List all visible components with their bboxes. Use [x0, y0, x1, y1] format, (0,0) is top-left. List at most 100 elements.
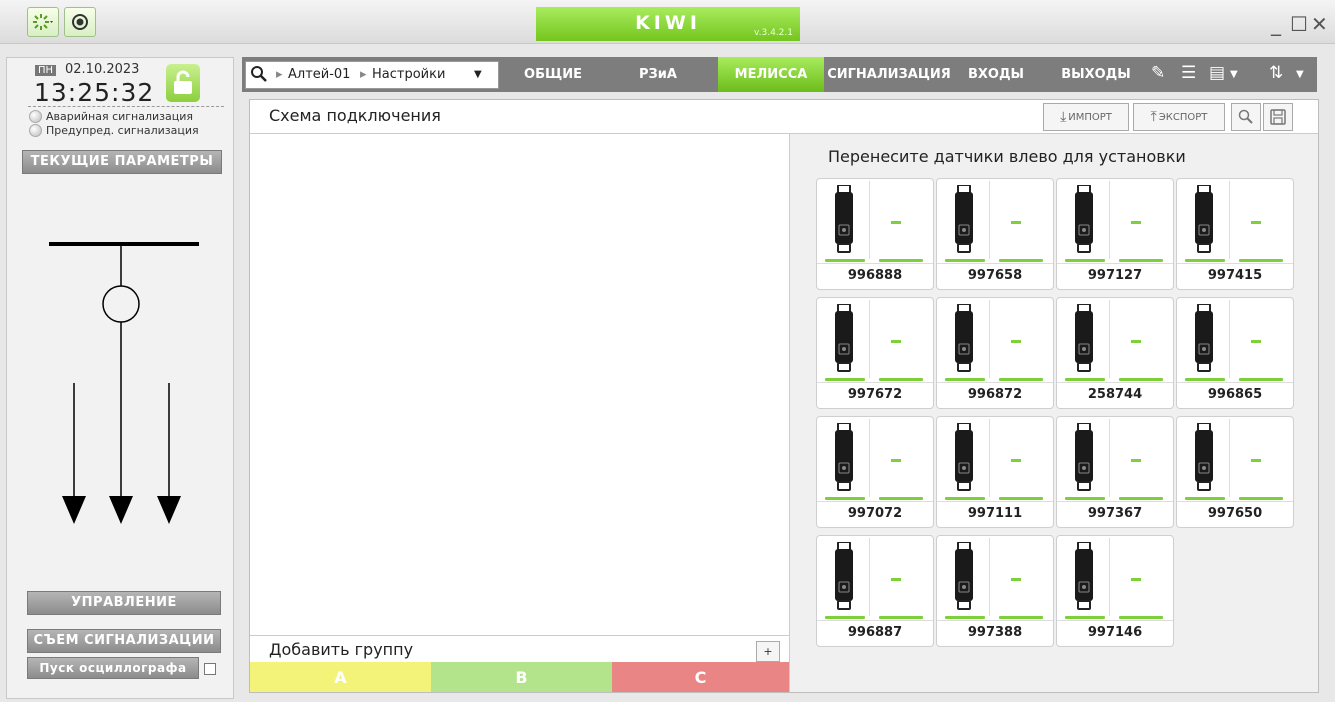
menu-sparkle-icon[interactable] — [27, 7, 59, 37]
minimize-button[interactable]: _ — [1271, 12, 1281, 36]
sensor-device-icon — [1075, 185, 1093, 253]
title-bar: KIWI v.3.4.2.1 _ ☐ ✕ — [0, 0, 1335, 44]
status-bar — [1185, 378, 1225, 381]
card-separator — [1057, 501, 1173, 502]
sensor-card[interactable]: 258744 — [1056, 297, 1174, 409]
sensor-card[interactable]: 996865 — [1176, 297, 1294, 409]
maximize-button[interactable]: ☐ — [1290, 12, 1308, 36]
status-bar — [1065, 497, 1105, 500]
sensor-card[interactable]: 996887 — [816, 535, 934, 647]
chevron-down-icon[interactable]: ▼ — [1230, 69, 1238, 80]
sensor-palette: Перенесите датчики влево для установки 9… — [790, 134, 1318, 692]
status-bar — [1185, 259, 1225, 262]
card-divider — [869, 538, 870, 616]
import-button[interactable]: ⤓ ИМПОРТ — [1043, 103, 1129, 131]
card-divider — [1109, 538, 1110, 616]
sensor-card[interactable]: 997072 — [816, 416, 934, 528]
breadcrumb-section[interactable]: Настройки — [372, 67, 445, 82]
breadcrumb-device[interactable]: Алтей-01 — [288, 67, 350, 82]
chevron-down-icon[interactable]: ▼ — [1296, 69, 1304, 80]
sensor-card[interactable]: 997367 — [1056, 416, 1174, 528]
sensor-card[interactable]: 996888 — [816, 178, 934, 290]
sensor-device-icon — [955, 542, 973, 610]
upload-icon: ⤒ — [1150, 109, 1157, 125]
card-divider — [989, 538, 990, 616]
sensor-card[interactable]: 996872 — [936, 297, 1054, 409]
card-separator — [817, 263, 933, 264]
document-icon[interactable]: ▤ — [1209, 63, 1225, 83]
date-label: 02.10.2023 — [65, 62, 140, 77]
phase-b[interactable]: B — [431, 662, 612, 692]
sensor-id: 996887 — [847, 625, 903, 640]
sensor-id: 997367 — [1087, 506, 1143, 521]
sensor-card[interactable]: 997111 — [936, 416, 1054, 528]
sensor-value — [1011, 340, 1021, 343]
sensor-id: 997658 — [967, 268, 1023, 283]
status-bar — [825, 259, 865, 262]
record-icon[interactable] — [64, 7, 96, 37]
tab-outputs[interactable]: ВЫХОДЫ — [1048, 57, 1144, 92]
unlock-icon[interactable] — [166, 64, 200, 102]
sensor-device-icon — [835, 304, 853, 372]
sensor-id: 997072 — [847, 506, 903, 521]
sensor-card[interactable]: 997650 — [1176, 416, 1294, 528]
current-params-button[interactable]: ТЕКУЩИЕ ПАРАМЕТРЫ — [22, 150, 222, 174]
card-separator — [1177, 263, 1293, 264]
sensor-id: 996865 — [1207, 387, 1263, 402]
close-button[interactable]: ✕ — [1311, 12, 1328, 36]
brush-icon[interactable]: ✎ — [1151, 63, 1165, 83]
save-button[interactable] — [1263, 103, 1293, 131]
sensor-id: 997650 — [1207, 506, 1263, 521]
left-panel: ПН 02.10.2023 13:25:32 Аварийная сигнали… — [6, 57, 234, 699]
card-separator — [817, 501, 933, 502]
sort-icon[interactable]: ⇅ — [1269, 63, 1283, 83]
sensor-value — [1251, 340, 1261, 343]
sensor-card[interactable]: 997146 — [1056, 535, 1174, 647]
status-bar — [1239, 259, 1283, 262]
card-divider — [1109, 181, 1110, 259]
sensor-value — [1011, 221, 1021, 224]
oscillograph-button[interactable]: Пуск осциллографа — [27, 657, 199, 679]
tab-rzia[interactable]: РЗиА — [608, 57, 708, 92]
tab-melissa[interactable]: МЕЛИССА — [718, 57, 824, 92]
status-bar — [999, 259, 1043, 262]
sensor-value — [891, 459, 901, 462]
sensor-card[interactable]: 997415 — [1176, 178, 1294, 290]
divider — [28, 106, 224, 107]
control-button[interactable]: УПРАВЛЕНИЕ — [27, 591, 221, 615]
status-bar — [1065, 378, 1105, 381]
sensor-card[interactable]: 997127 — [1056, 178, 1174, 290]
export-button[interactable]: ⤒ ЭКСПОРТ — [1133, 103, 1225, 131]
chevron-right-icon: ▸ — [360, 67, 367, 82]
phase-c[interactable]: C — [612, 662, 789, 692]
search-button[interactable] — [1231, 103, 1261, 131]
status-bar — [1185, 497, 1225, 500]
oscillograph-checkbox[interactable] — [204, 663, 216, 675]
sensor-card[interactable]: 997658 — [936, 178, 1054, 290]
status-bar — [999, 378, 1043, 381]
card-divider — [989, 300, 990, 378]
tab-signaling[interactable]: СИГНАЛИЗАЦИЯ — [824, 57, 954, 92]
sensor-value — [891, 578, 901, 581]
tab-general[interactable]: ОБЩИЕ — [498, 57, 608, 92]
card-separator — [937, 620, 1053, 621]
phase-a[interactable]: A — [250, 662, 431, 692]
sensor-card[interactable]: 997672 — [816, 297, 934, 409]
status-bar — [999, 616, 1043, 619]
reset-alarm-button[interactable]: СЪЕМ СИГНАЛИЗАЦИИ — [27, 629, 221, 653]
sensor-id: 997388 — [967, 625, 1023, 640]
status-bar — [1239, 378, 1283, 381]
app-version: v.3.4.2.1 — [754, 28, 793, 38]
tab-inputs[interactable]: ВХОДЫ — [954, 57, 1038, 92]
list-icon[interactable]: ☰ — [1181, 63, 1196, 83]
sensor-card[interactable]: 997388 — [936, 535, 1054, 647]
search-icon[interactable] — [250, 65, 268, 83]
sensors-instruction: Перенесите датчики влево для установки — [828, 147, 1186, 166]
card-separator — [817, 620, 933, 621]
status-bar — [1239, 497, 1283, 500]
chevron-down-icon[interactable]: ▼ — [474, 69, 482, 80]
add-group-button[interactable]: + — [756, 641, 780, 662]
status-bar — [1119, 378, 1163, 381]
search-icon — [1238, 109, 1253, 124]
breadcrumb: ▸ Алтей-01 ▸ Настройки ▼ — [245, 61, 499, 89]
